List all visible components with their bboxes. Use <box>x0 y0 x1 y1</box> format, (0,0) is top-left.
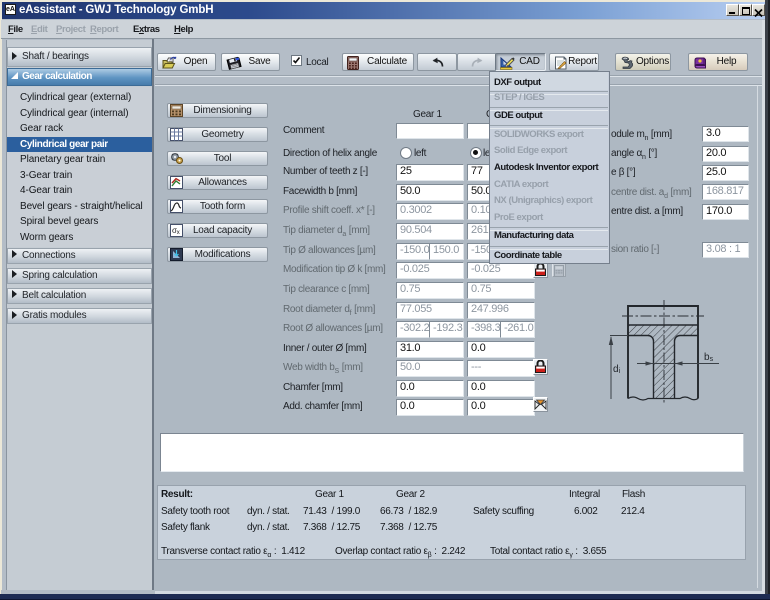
svg-text:di: di <box>613 364 621 375</box>
svg-text:bs: bs <box>704 352 714 363</box>
